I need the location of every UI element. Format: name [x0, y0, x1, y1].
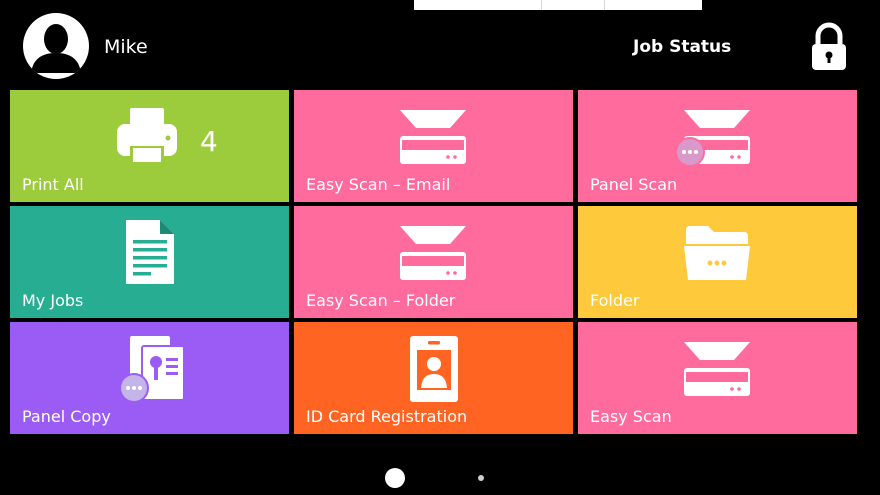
- tile-easy-scan-email[interactable]: Easy Scan – Email: [294, 90, 573, 202]
- tile-easy-scan[interactable]: Easy Scan: [578, 322, 857, 434]
- tile-label: Folder: [590, 291, 640, 310]
- printer-icon: [117, 108, 177, 164]
- page-dot[interactable]: [478, 475, 484, 481]
- scanner-more-icon: [675, 110, 750, 167]
- folder-icon: [684, 226, 750, 280]
- scanner-icon: [400, 226, 466, 280]
- scanner-icon: [400, 110, 466, 164]
- tile-label: Print All: [22, 175, 84, 194]
- tile-panel-scan[interactable]: Panel Scan: [578, 90, 857, 202]
- copy-more-icon: [119, 336, 185, 403]
- tile-folder[interactable]: Folder: [578, 206, 857, 318]
- tile-label: My Jobs: [22, 291, 84, 310]
- tile-print-all[interactable]: 4 Print All: [10, 90, 289, 202]
- job-status-button[interactable]: Job Status: [633, 36, 731, 58]
- tile-label: Panel Scan: [590, 175, 678, 194]
- lock-button[interactable]: [809, 22, 849, 72]
- print-job-count: 4: [200, 125, 218, 158]
- id-card-icon: [410, 336, 458, 402]
- page-indicator: [0, 435, 880, 495]
- user-icon: [31, 24, 81, 73]
- tile-panel-copy[interactable]: Panel Copy: [10, 322, 289, 434]
- tile-label: Easy Scan: [590, 407, 672, 426]
- tile-my-jobs[interactable]: My Jobs: [10, 206, 289, 318]
- tile-grid: 4 Print All Easy Scan – Email Panel Scan: [10, 90, 857, 435]
- lock-icon: [812, 22, 846, 70]
- header: Mike Job Status: [0, 0, 880, 90]
- tile-easy-scan-folder[interactable]: Easy Scan – Folder: [294, 206, 573, 318]
- tile-label: Easy Scan – Folder: [306, 291, 456, 310]
- document-icon: [126, 220, 174, 284]
- tile-label: ID Card Registration: [306, 407, 468, 426]
- tile-id-card-registration[interactable]: ID Card Registration: [294, 322, 573, 434]
- page-dot-active[interactable]: [385, 468, 405, 488]
- scanner-icon: [684, 342, 750, 396]
- avatar[interactable]: [23, 13, 89, 79]
- tile-label: Easy Scan – Email: [306, 175, 451, 194]
- user-name: Mike: [104, 36, 148, 58]
- tile-label: Panel Copy: [22, 407, 111, 426]
